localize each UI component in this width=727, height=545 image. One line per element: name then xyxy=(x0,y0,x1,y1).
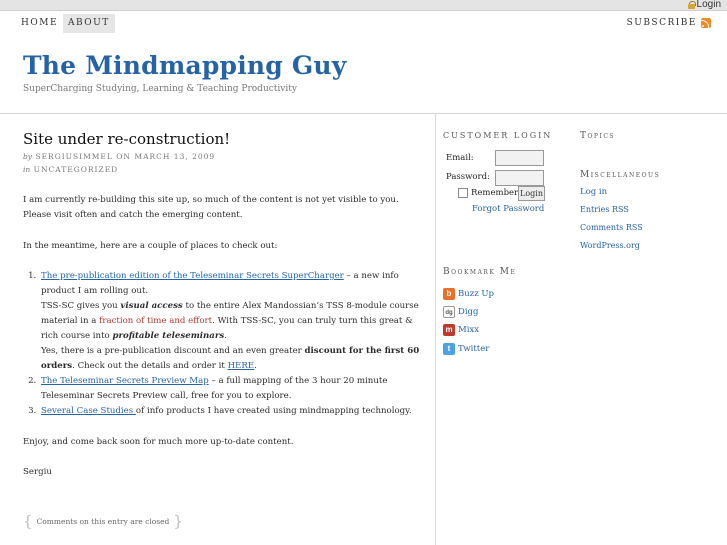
customer-login-heading: CUSTOMER LOGIN xyxy=(443,131,553,140)
subscribe-link[interactable]: SUBSCRIBE xyxy=(627,18,711,28)
list-item-text: TSS-SC gives you xyxy=(41,301,121,311)
list-item-text: of info products I have created using mi… xyxy=(135,406,412,416)
meta-by: by xyxy=(23,152,33,161)
site-title[interactable]: The Mindmapping Guy xyxy=(23,51,347,80)
top-utility-bar: Login xyxy=(0,0,727,11)
sidebar-divider xyxy=(435,114,436,545)
bookmark-label: Mixx xyxy=(458,325,480,335)
nav-home[interactable]: HOME xyxy=(16,14,63,33)
list-item: The pre-publication edition of the Teles… xyxy=(39,269,421,374)
post-meantime: In the meantime, here are a couple of pl… xyxy=(23,241,278,251)
post-date: MARCH 13, 2009 xyxy=(134,152,216,161)
wordpress-org-link[interactable]: WordPress.org xyxy=(580,240,643,252)
top-login-label: Login xyxy=(696,0,721,10)
emphasis-text: visual access xyxy=(120,301,183,311)
emphasis-text: profitable teleseminars xyxy=(112,331,225,341)
post-closing: Enjoy, and come back soon for much more … xyxy=(23,437,294,447)
post-author-link[interactable]: SERGIUSIMMEL xyxy=(35,152,112,161)
post-signature: Sergiu xyxy=(23,467,52,477)
bookmark-label: Twitter xyxy=(458,344,490,354)
digg-icon: dg xyxy=(443,306,455,318)
mixx-icon: m xyxy=(443,324,455,336)
nav-about[interactable]: ABOUT xyxy=(63,14,115,33)
list-item-text: . xyxy=(254,361,257,371)
email-label: Email: xyxy=(446,153,474,163)
entries-rss-link[interactable]: Entries RSS xyxy=(580,204,643,216)
list-item: Several Case Studies of info products I … xyxy=(39,404,421,419)
misc-login-link[interactable]: Log in xyxy=(580,186,643,198)
post-link-list: The pre-publication edition of the Teles… xyxy=(39,269,421,419)
order-here-link[interactable]: HERE xyxy=(228,361,255,371)
password-label: Password: xyxy=(446,172,490,182)
mixx-link[interactable]: m Mixx xyxy=(443,324,479,336)
login-button[interactable]: Login xyxy=(518,186,545,201)
comments-closed-notice: { Comments on this entry are closed } xyxy=(23,512,183,530)
post-title[interactable]: Site under re-construction! xyxy=(23,130,421,148)
highlight-text: fraction of time and effort xyxy=(99,316,213,326)
buzz-up-link[interactable]: b Buzz Up xyxy=(443,288,494,300)
lock-icon xyxy=(687,0,696,9)
post: Site under re-construction! by SERGIUSIM… xyxy=(23,130,421,480)
comments-closed-text: Comments on this entry are closed xyxy=(36,516,170,526)
miscellaneous-heading: Miscellaneous xyxy=(580,170,661,180)
email-field[interactable] xyxy=(495,150,544,166)
header-divider xyxy=(0,113,727,114)
post-intro: I am currently re-building this site up,… xyxy=(23,195,399,220)
right-brace-icon: } xyxy=(173,512,183,530)
rss-icon xyxy=(701,18,711,28)
forgot-password-link[interactable]: Forgot Password xyxy=(472,204,544,214)
list-item-text: . Check out the details and order it xyxy=(72,361,228,371)
meta-on: ON xyxy=(116,152,131,161)
post-category-link[interactable]: UNCATEGORIZED xyxy=(34,165,119,174)
bookmark-label: Buzz Up xyxy=(458,289,494,299)
password-field[interactable] xyxy=(495,170,544,186)
top-login-link[interactable]: Login xyxy=(687,0,721,10)
comments-rss-link[interactable]: Comments RSS xyxy=(580,222,643,234)
preview-map-link[interactable]: The Teleseminar Secrets Preview Map xyxy=(41,376,209,386)
case-studies-link[interactable]: Several Case Studies xyxy=(41,406,136,416)
meta-in: in xyxy=(23,165,31,174)
site-tagline: SuperCharging Studying, Learning & Teach… xyxy=(23,84,297,94)
bookmark-heading: Bookmark Me xyxy=(443,267,517,277)
twitter-link[interactable]: t Twitter xyxy=(443,343,489,355)
list-item-text: . xyxy=(224,331,227,341)
twitter-icon: t xyxy=(443,343,455,355)
miscellaneous-list: Log in Entries RSS Comments RSS WordPres… xyxy=(580,186,643,258)
list-item: The Teleseminar Secrets Preview Map – a … xyxy=(39,374,421,404)
left-brace-icon: { xyxy=(23,512,33,530)
tss-supercharger-link[interactable]: The pre-publication edition of the Teles… xyxy=(41,271,344,281)
subscribe-label: SUBSCRIBE xyxy=(626,18,697,28)
digg-link[interactable]: dg Digg xyxy=(443,306,478,318)
yahoo-buzz-icon: b xyxy=(443,288,455,300)
bookmark-label: Digg xyxy=(458,307,479,317)
post-meta-byline: by SERGIUSIMMEL ON MARCH 13, 2009 xyxy=(23,150,421,163)
list-item-text: Yes, there is a pre-publication discount… xyxy=(41,346,305,356)
remember-checkbox[interactable] xyxy=(458,188,468,198)
post-meta-category: in UNCATEGORIZED xyxy=(23,163,421,176)
topics-heading: Topics xyxy=(580,131,616,141)
remember-label: Remember xyxy=(471,188,519,198)
main-nav: HOME ABOUT xyxy=(16,14,115,33)
